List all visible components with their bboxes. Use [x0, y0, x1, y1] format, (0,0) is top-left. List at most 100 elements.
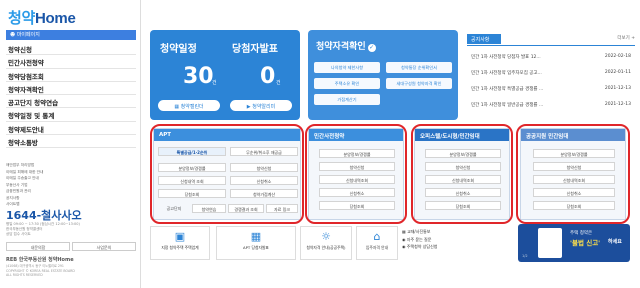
public-link[interactable]: 분양정보/경쟁률 — [533, 149, 615, 158]
private-card: 민간사전청약 분양정보/경쟁률 청약신청 신청내역조회 신청취소 당첨조회 — [308, 128, 404, 220]
apt-link[interactable]: 청약신청 — [230, 163, 298, 172]
officetel-link[interactable]: 신청취소 — [425, 188, 501, 197]
alert-button[interactable]: ▶ 청약알리미 — [230, 100, 292, 111]
site-logo[interactable]: 청약Home — [8, 7, 76, 28]
menu-item[interactable]: 청약제도안내 — [6, 122, 136, 136]
notice-date: 2021-12-13 — [604, 86, 631, 91]
eligibility-button[interactable]: 세대구성원 청약자격 확인 — [386, 78, 452, 89]
officetel-link[interactable]: 신청내역조회 — [425, 175, 501, 184]
eligibility-button[interactable]: 주택소유 확인 — [314, 78, 380, 89]
callcenter-phone: 1644-철사사오 — [6, 209, 82, 222]
banner-pager[interactable]: 1/2 — [522, 254, 528, 258]
quick-link[interactable]: ⌂ 입주자격 안내 — [356, 226, 398, 260]
help-item-label: 자주 묻는 질문 — [406, 236, 432, 242]
schedule-unit: 건 — [212, 80, 217, 86]
calendar-button[interactable]: ▦ 청약캘린더 — [158, 100, 220, 111]
private-header: 민간사전청약 — [309, 129, 403, 141]
quick-link[interactable]: ▦ APT 당첨자발표 — [216, 226, 296, 260]
private-link[interactable]: 신청내역조회 — [319, 175, 395, 184]
notice-title: 민간 1차 사전청약 입주자모집 공고... — [471, 71, 542, 76]
quick-link[interactable]: ▣ 지정 청약주택 주택업계 — [150, 226, 210, 260]
notice-title: 민간 1차 사전청약 당첨자 발표 12... — [471, 55, 541, 60]
banner-line1: 주택 청약은 — [570, 231, 593, 236]
eligibility-title: 청약자격확인 ✓ — [316, 39, 376, 52]
private-link[interactable]: 당첨조회 — [319, 201, 395, 210]
help-item[interactable]: ▦ 교재/사진통보 — [402, 228, 456, 236]
mypage-label: 마이페이지 — [16, 32, 40, 38]
private-link[interactable]: 신청취소 — [319, 188, 395, 197]
help-item[interactable]: ◉ 자주 묻는 질문 — [402, 236, 456, 244]
report-banner[interactable]: 주택 청약은 '불법 신고' 하세요 1/2 — [518, 224, 630, 262]
menu-item[interactable]: 공고단지 청약연습 — [6, 95, 136, 109]
public-header: 공공지원 민간임대 — [521, 129, 625, 141]
eligibility-card: 청약자격확인 ✓ 나의청약 제한사항 청약통장 순위확인서 주택소유 확인 세대구… — [308, 30, 458, 120]
notice-item[interactable]: 민간 1차 사전청약 당첨자 발표 12... 2022-02-18 — [471, 54, 631, 60]
quick-link[interactable]: ☼ 청약자격 안내(공공주택) — [300, 226, 352, 260]
handshake-icon: ☼ — [321, 230, 331, 243]
speaker-icon: ▶ — [246, 103, 251, 110]
menu-item[interactable]: 청약소통방 — [6, 135, 136, 149]
apt-header: APT — [154, 129, 300, 141]
winner-count: 0 — [260, 64, 276, 89]
apt-link[interactable]: 당첨조회 — [158, 189, 226, 198]
check-icon: ✓ — [367, 44, 376, 52]
public-card: 공공지원 민간임대 분양정보/경쟁률 청약신청 신청내역조회 신청취소 당첨조회 — [520, 128, 626, 220]
calendar-label: 청약캘린더 — [180, 103, 204, 110]
eligibility-button[interactable]: 가점계산기 — [314, 94, 380, 105]
menu-item[interactable]: 청약당첨조회 — [6, 69, 136, 82]
notice-date: 2022-02-18 — [604, 54, 631, 59]
notice-item[interactable]: 민간 1차 사전청약 일반공급 경쟁률 ... 2021-12-13 — [471, 102, 631, 108]
apt-bottom-link[interactable]: 자료 링크 — [266, 204, 298, 213]
quick-link-label: 입주자격 안내 — [365, 245, 389, 250]
apt-link[interactable]: 신청취소 — [230, 176, 298, 185]
notice-item[interactable]: 민간 1차 사전청약 입주자모집 공고... 2022-01-11 — [471, 70, 631, 76]
banner-line3: 하세요 — [608, 239, 622, 245]
logo-suffix: Home — [35, 10, 76, 27]
mypage-link[interactable]: ☻ 마이페이지 — [6, 30, 136, 40]
public-link[interactable]: 신청취소 — [533, 188, 615, 197]
officetel-link[interactable]: 당첨조회 — [425, 201, 501, 210]
officetel-card: 오피스텔/도시형/민간임대 분양정보/경쟁률 청약신청 신청내역조회 신청취소 … — [414, 128, 510, 220]
public-link[interactable]: 당첨조회 — [533, 201, 615, 210]
officetel-link[interactable]: 분양정보/경쟁률 — [425, 149, 501, 158]
business-inquiry-button[interactable]: 사업문의 — [72, 242, 136, 251]
apt-bottom-link[interactable]: 경쟁결과 조회 — [228, 204, 264, 213]
menu-item[interactable]: 청약신청 — [6, 42, 136, 56]
notice-item[interactable]: 민간 1차 사전청약 특별공급 경쟁률 ... 2021-12-13 — [471, 86, 631, 92]
notice-title: 민간 1차 사전청약 일반공급 경쟁률 ... — [471, 103, 544, 108]
eligibility-button[interactable]: 청약통장 순위확인서 — [386, 62, 452, 73]
footer-logo: REB 한국부동산원 청약Home — [6, 257, 74, 263]
menu-item[interactable]: 민간사전청약 — [6, 55, 136, 69]
menu-item[interactable]: 청약자격확인 — [6, 82, 136, 96]
user-icon: ☻ — [10, 32, 16, 38]
apt-link[interactable]: 청약가점계산 — [230, 189, 298, 198]
quick-link-label: APT 당첨자발표 — [243, 245, 269, 250]
winner-unit: 건 — [276, 80, 281, 86]
public-link[interactable]: 청약신청 — [533, 162, 615, 171]
help-item[interactable]: ◉ 주택청약 상담신청 — [402, 243, 456, 251]
apt-link[interactable]: 분양정보/경쟁률 — [158, 163, 226, 172]
help-item-label: 주택청약 상담신청 — [406, 244, 438, 249]
apt-bottom-link[interactable]: 청약연습 — [192, 204, 226, 213]
notice-tab[interactable]: 공지사항 — [467, 34, 501, 44]
public-link[interactable]: 신청내역조회 — [533, 175, 615, 184]
house-icon: ⌂ — [373, 230, 381, 243]
tab-no-rank[interactable]: 무순위/취소후 재공급 — [230, 147, 298, 156]
copyright-line: ALL RIGHTS RESERVED — [6, 273, 43, 277]
tab-special-supply[interactable]: 특별공급/1·2순위 — [158, 147, 226, 156]
officetel-link[interactable]: 청약신청 — [425, 162, 501, 171]
sidebar: 청약Home ☻ 마이페이지 청약신청 민간사전청약 청약당첨조회 청약자격확인… — [0, 0, 141, 288]
private-link[interactable]: 분양정보/경쟁률 — [319, 149, 395, 158]
help-item-label: 교재/사진통보 — [407, 229, 431, 234]
info-line: 상담 접수 사이트 — [6, 232, 31, 236]
divider — [467, 45, 635, 46]
eligibility-button[interactable]: 나의청약 제한사항 — [314, 62, 380, 73]
more-link[interactable]: 더보기 + — [617, 35, 635, 41]
private-link[interactable]: 청약신청 — [319, 162, 395, 171]
menu-item[interactable]: 청약일정 및 통계 — [6, 108, 136, 122]
apt-bottom-label: 공고단지 — [166, 205, 182, 211]
utility-link[interactable]: 이메일 주송출고 안내 — [6, 175, 43, 182]
apt-link[interactable]: 신청내역 조회 — [158, 176, 226, 185]
help-list: ▦ 교재/사진통보 ◉ 자주 묻는 질문 ◉ 주택청약 상담신청 — [402, 228, 456, 251]
my-inquiry-button[interactable]: 내문의함 — [6, 242, 70, 251]
